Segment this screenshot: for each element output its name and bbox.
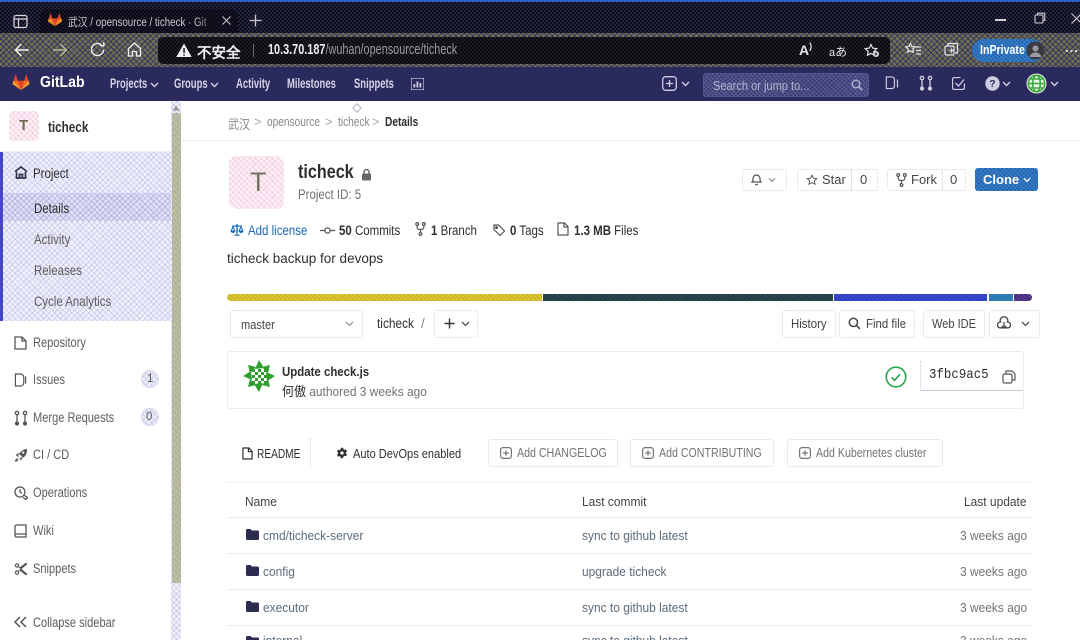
svg-text:?: ? bbox=[989, 78, 995, 90]
